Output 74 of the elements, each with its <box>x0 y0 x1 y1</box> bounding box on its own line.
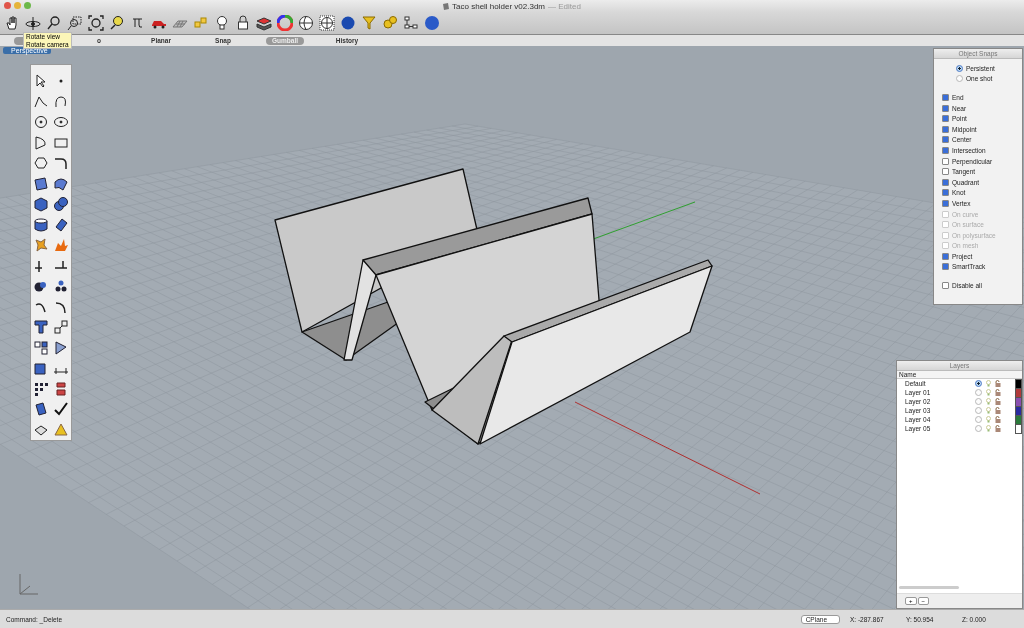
current-layer-radio[interactable] <box>975 398 982 405</box>
layer-color-swatch[interactable] <box>1015 396 1022 407</box>
scale-icon[interactable] <box>53 319 69 335</box>
current-layer-radio[interactable] <box>975 407 982 414</box>
document-icon <box>443 2 450 10</box>
sphere-icon[interactable] <box>340 15 356 31</box>
zoom-extents-icon[interactable] <box>88 15 104 31</box>
checkbox[interactable] <box>942 252 949 260</box>
sphere-wireframe-icon[interactable] <box>298 15 314 31</box>
surface-icon[interactable] <box>53 175 69 192</box>
mirror-icon[interactable] <box>53 339 69 356</box>
checkbox[interactable] <box>942 136 949 144</box>
checkbox[interactable] <box>942 146 949 154</box>
color-wheel-icon[interactable] <box>277 15 293 31</box>
checkmark-icon[interactable] <box>53 401 69 417</box>
axes-icon <box>19 573 39 595</box>
layer-color-swatch[interactable] <box>1015 423 1022 434</box>
window-title: Taco shell holder v02.3dm <box>452 1 545 11</box>
radio-button[interactable] <box>956 75 963 83</box>
ellipse-icon[interactable] <box>53 114 69 130</box>
checkbox[interactable] <box>942 94 949 101</box>
lock-icon[interactable] <box>235 15 251 31</box>
curve-icon[interactable] <box>53 93 69 110</box>
checkbox[interactable] <box>942 199 949 207</box>
radio-button[interactable] <box>956 64 963 72</box>
checkbox[interactable] <box>942 157 949 165</box>
checkbox[interactable] <box>942 178 949 186</box>
checkbox[interactable] <box>942 282 949 290</box>
checkbox[interactable] <box>942 104 949 112</box>
layer-color-swatch[interactable] <box>1015 387 1022 398</box>
current-layer-radio[interactable] <box>975 389 982 396</box>
funnel-icon[interactable] <box>361 15 377 31</box>
text-icon[interactable] <box>33 319 49 335</box>
layers-icon[interactable] <box>256 15 272 31</box>
current-layer-radio[interactable] <box>975 416 982 423</box>
diagram-icon[interactable] <box>403 15 419 31</box>
checkbox[interactable] <box>942 125 949 133</box>
gears-icon[interactable] <box>382 15 398 31</box>
spheres-icon[interactable] <box>53 196 69 212</box>
explode-icon[interactable] <box>33 237 49 253</box>
checkbox[interactable] <box>942 168 949 176</box>
circle-icon[interactable] <box>33 114 49 130</box>
checkbox[interactable] <box>942 115 949 123</box>
layer-color-swatch[interactable] <box>1015 378 1022 389</box>
surface-icon[interactable] <box>33 175 49 192</box>
fillet-icon[interactable] <box>53 155 69 171</box>
zoom-selected-icon[interactable] <box>109 15 125 31</box>
scrollbar[interactable] <box>899 586 959 589</box>
sphere-grid-icon[interactable] <box>319 15 335 31</box>
grid-icon[interactable] <box>33 380 49 397</box>
box-icon[interactable] <box>33 360 49 376</box>
explode-icon[interactable] <box>53 237 69 253</box>
box-icon[interactable] <box>33 196 49 212</box>
current-layer-radio[interactable] <box>975 380 982 387</box>
cylinder-icon[interactable] <box>33 216 49 233</box>
layer-color-swatch[interactable] <box>1015 414 1022 425</box>
hand-icon[interactable] <box>4 15 20 31</box>
surface-icon[interactable] <box>53 216 69 233</box>
array-icon[interactable] <box>33 339 49 356</box>
zoom-icon[interactable] <box>46 15 62 31</box>
checkbox[interactable] <box>942 189 949 197</box>
arc-icon[interactable] <box>33 134 49 151</box>
pyramid-icon[interactable] <box>53 421 69 438</box>
dots-icon[interactable] <box>53 278 69 294</box>
current-layer-radio[interactable] <box>975 425 982 432</box>
checkbox[interactable] <box>942 263 949 271</box>
lightbulb-icon[interactable] <box>214 15 230 31</box>
rotate-icon[interactable] <box>25 15 41 31</box>
zoom-window-icon[interactable] <box>67 15 83 31</box>
surface-icon[interactable] <box>33 401 49 417</box>
edited-label: — Edited <box>548 1 581 11</box>
close-button[interactable] <box>4 2 11 9</box>
layer-color-swatch[interactable] <box>1015 405 1022 416</box>
polygon-icon[interactable] <box>33 155 49 171</box>
